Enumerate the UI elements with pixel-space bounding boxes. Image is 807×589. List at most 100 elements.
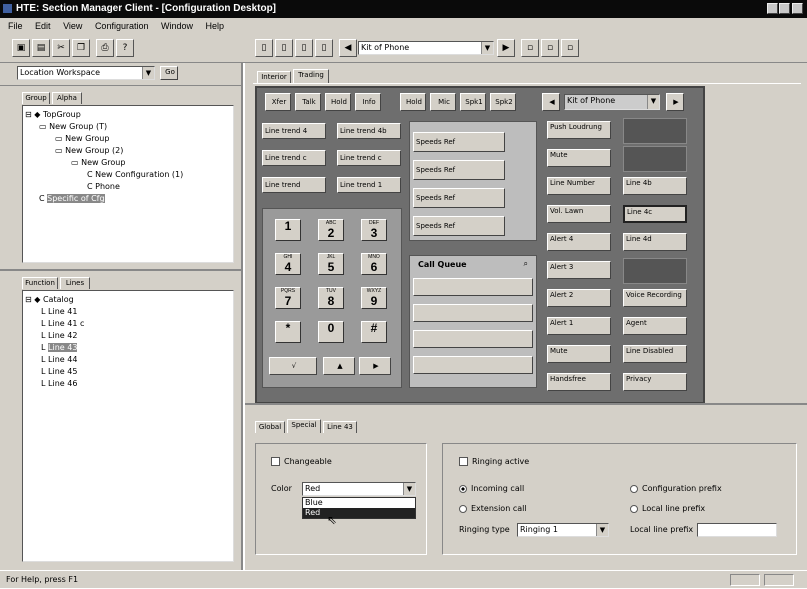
call-queue-slot[interactable] (413, 356, 533, 374)
save-icon[interactable]: ▤ (32, 39, 50, 57)
tree-item-line-41[interactable]: L Line 41 (41, 307, 77, 317)
up-button[interactable]: ▲ (323, 357, 355, 375)
tab-interior[interactable]: Interior (257, 71, 291, 83)
maximize-button[interactable] (779, 3, 790, 14)
tree-item-catalog[interactable]: ⊟ ◆ Catalog (25, 295, 74, 305)
xfer-button[interactable]: Xfer (265, 93, 291, 111)
menu-configuration[interactable]: Configuration (95, 21, 149, 31)
ringing-active-checkbox[interactable]: Ringing active (459, 457, 529, 466)
call-queue-slot[interactable] (413, 278, 533, 296)
line-button-2a[interactable]: Line trend c (262, 150, 326, 166)
location-go-button[interactable]: Go (160, 66, 178, 80)
tree-item-new-group-t[interactable]: ▭ New Group (T) (39, 122, 107, 132)
tree-item-line-44[interactable]: L Line 44 (41, 355, 77, 365)
tree-item-line-42[interactable]: L Line 42 (41, 331, 77, 341)
tab-function[interactable]: Function (22, 277, 58, 289)
color-select[interactable]: Red ▼ (302, 482, 416, 496)
func-button-voice-recording[interactable]: Voice Recording (623, 289, 687, 307)
ringing-type-select[interactable]: Ringing 1 ▼ (517, 523, 609, 537)
nav-select[interactable]: Kit of Phone ▼ (564, 94, 660, 110)
tree-item-phone[interactable]: C Phone (87, 182, 120, 192)
key-8[interactable]: TUV 8 (318, 287, 344, 309)
view-4-icon[interactable]: ▯ (315, 39, 333, 57)
spk2-button[interactable]: Spk2 (490, 93, 516, 111)
func-button-4[interactable]: Vol. Lawn (547, 205, 611, 223)
func-button-3[interactable]: Line Number (547, 177, 611, 195)
changeable-checkbox[interactable]: Changeable (271, 457, 332, 466)
tab-alpha[interactable]: Alpha (52, 92, 82, 104)
func-button-line-4d[interactable]: Line 4d (623, 233, 687, 251)
tree-item-topgroup[interactable]: ⊟ ◆ TopGroup (25, 110, 81, 120)
tree-item-new-group-2[interactable]: ▭ New Group (2) (55, 146, 123, 156)
key-3[interactable]: DEF 3 (361, 219, 387, 241)
line-button-1b[interactable]: Line trend 4b (337, 123, 401, 139)
close-button[interactable] (792, 3, 803, 14)
tree-item-specific-cfg[interactable]: C Specific of Cfg (39, 194, 105, 204)
incoming-call-radio[interactable]: Incoming call (459, 484, 524, 493)
nav-left-button[interactable]: ◀ (542, 93, 560, 111)
extension-call-radio[interactable]: Extension call (459, 504, 527, 513)
config-prefix-radio[interactable]: Configuration prefix (630, 484, 722, 493)
prev-arrow-icon[interactable]: ◀ (339, 39, 357, 57)
func-button-7[interactable]: Alert 2 (547, 289, 611, 307)
tree-item-new-configuration[interactable]: C New Configuration (1) (87, 170, 183, 180)
talk-button[interactable]: Talk (295, 93, 321, 111)
view-3-icon[interactable]: ▯ (295, 39, 313, 57)
key-9[interactable]: WXYZ 9 (361, 287, 387, 309)
info-button[interactable]: Info (355, 93, 381, 111)
func-button-line-4c[interactable]: Line 4c (623, 205, 687, 223)
hold-mid-button[interactable]: Hold (400, 93, 426, 111)
view-2-icon[interactable]: ▯ (275, 39, 293, 57)
key-2[interactable]: ABC 2 (318, 219, 344, 241)
tree-item-line-45[interactable]: L Line 45 (41, 367, 77, 377)
tab-line-43[interactable]: Line 43 (323, 421, 357, 433)
local-prefix-radio[interactable]: Local line prefix (630, 504, 705, 513)
tree-item-new-group-child[interactable]: ▭ New Group (71, 158, 125, 168)
next-arrow-icon[interactable]: ▶ (497, 39, 515, 57)
tree-item-line-46[interactable]: L Line 46 (41, 379, 77, 389)
key-1[interactable]: 1 (275, 219, 301, 241)
func-button-9[interactable]: Mute (547, 345, 611, 363)
speed-dial-4[interactable]: Speeds Ref (413, 216, 505, 236)
tree-item-line-43[interactable]: L Line 43 (41, 343, 78, 353)
print-icon[interactable]: ⎙ (96, 39, 114, 57)
line-button-3a[interactable]: Line trend (262, 177, 326, 193)
func-button-10[interactable]: Handsfree (547, 373, 611, 391)
tool-c-icon[interactable]: ▫ (561, 39, 579, 57)
menu-view[interactable]: View (63, 21, 82, 31)
tree-item-new-group[interactable]: ▭ New Group (55, 134, 109, 144)
key-0[interactable]: 0 (318, 321, 344, 343)
speed-dial-3[interactable]: Speeds Ref (413, 188, 505, 208)
menu-file[interactable]: File (8, 21, 23, 31)
check-button[interactable]: √ (269, 357, 317, 375)
key-4[interactable]: GHI 4 (275, 253, 301, 275)
phone-select[interactable]: Kit of Phone ▼ (358, 41, 494, 55)
tab-global[interactable]: Global (255, 421, 285, 433)
tree-item-line-41c[interactable]: L Line 41 c (41, 319, 84, 329)
speed-dial-2[interactable]: Speeds Ref (413, 160, 505, 180)
func-button-line-disabled[interactable]: Line Disabled (623, 345, 687, 363)
spk1-button[interactable]: Spk1 (460, 93, 486, 111)
copy-icon[interactable]: ❐ (72, 39, 90, 57)
key-hash[interactable]: # (361, 321, 387, 343)
func-button-6[interactable]: Alert 3 (547, 261, 611, 279)
local-line-prefix-input[interactable] (697, 523, 777, 537)
key-7[interactable]: PQRS 7 (275, 287, 301, 309)
line-button-3b[interactable]: Line trend 1 (337, 177, 401, 193)
menu-edit[interactable]: Edit (35, 21, 51, 31)
mic-button[interactable]: Mic (430, 93, 456, 111)
right-button[interactable]: ▶ (359, 357, 391, 375)
tab-trading[interactable]: Trading (293, 69, 329, 83)
func-button-line-4b[interactable]: Line 4b (623, 177, 687, 195)
hold-button[interactable]: Hold (325, 93, 351, 111)
line-button-2b[interactable]: Line trend c (337, 150, 401, 166)
help-icon[interactable]: ? (116, 39, 134, 57)
tab-group[interactable]: Group (22, 92, 50, 104)
tool-a-icon[interactable]: ▫ (521, 39, 539, 57)
speed-dial-1[interactable]: Speeds Ref (413, 132, 505, 152)
key-5[interactable]: JKL 5 (318, 253, 344, 275)
view-1-icon[interactable]: ▯ (255, 39, 273, 57)
func-button-8[interactable]: Alert 1 (547, 317, 611, 335)
call-queue-slot[interactable] (413, 330, 533, 348)
key-6[interactable]: MNO 6 (361, 253, 387, 275)
